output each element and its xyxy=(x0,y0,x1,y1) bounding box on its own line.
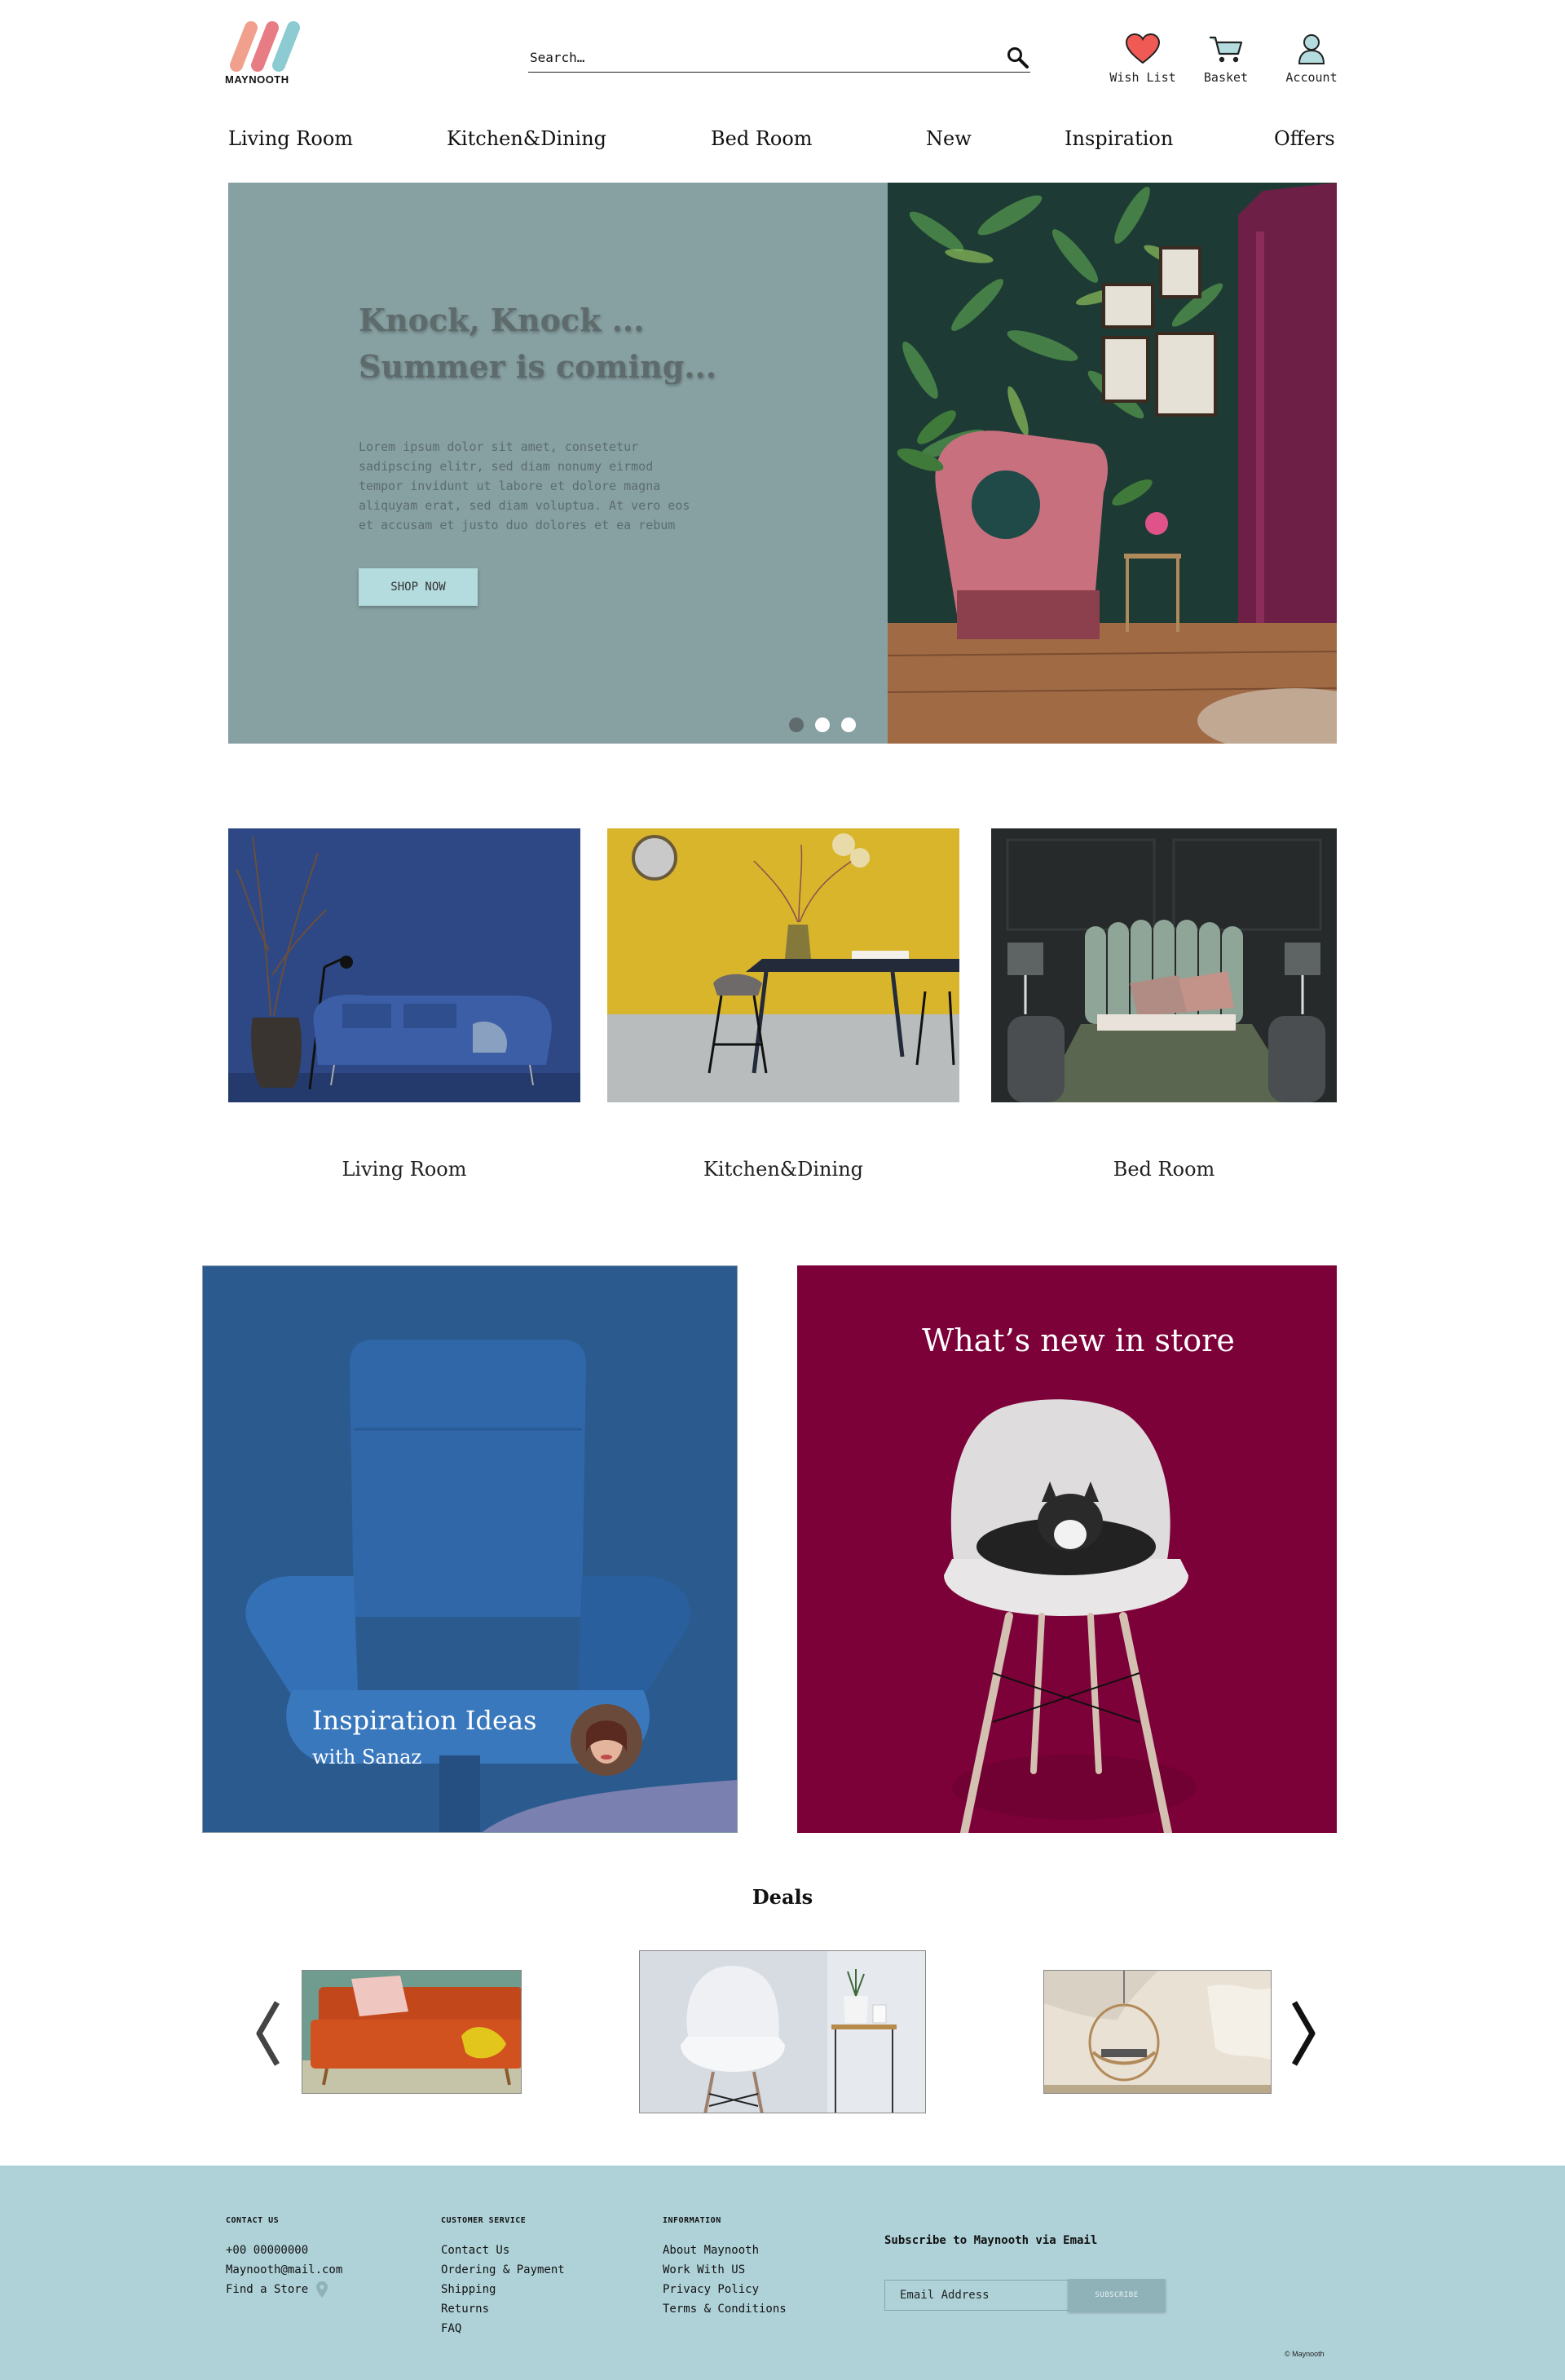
deal-item-sofa[interactable] xyxy=(302,1970,522,2094)
blue-chair-image xyxy=(203,1266,737,1832)
deal-item-chair[interactable] xyxy=(639,1950,926,2113)
category-label-kitchen-dining[interactable]: Kitchen&Dining xyxy=(607,1158,959,1181)
footer-link-about[interactable]: About Maynooth xyxy=(663,2241,787,2260)
category-label-bed-room[interactable]: Bed Room xyxy=(991,1158,1337,1181)
hero-title-line1: Knock, Knock ... xyxy=(359,302,645,338)
account-button[interactable]: Account xyxy=(1276,33,1347,85)
nav-kitchen-dining[interactable]: Kitchen&Dining xyxy=(447,127,606,150)
nav-offers[interactable]: Offers xyxy=(1274,127,1335,150)
nav-living-room[interactable]: Living Room xyxy=(228,127,353,150)
white-chair-image xyxy=(640,1951,925,2113)
subscribe-title: Subscribe to Maynooth via Email xyxy=(884,2234,1098,2247)
category-label-living-room[interactable]: Living Room xyxy=(228,1158,580,1181)
footer-info-heading: INFORMATION xyxy=(663,2216,721,2225)
basket-button[interactable]: Basket xyxy=(1193,33,1259,85)
shop-now-button[interactable]: SHOP NOW xyxy=(359,568,478,606)
wishlist-button[interactable]: Wish List xyxy=(1105,33,1180,85)
orange-sofa-image xyxy=(302,1971,521,2093)
footer-link-ordering-payment[interactable]: Ordering & Payment xyxy=(441,2260,565,2280)
hero-title-line2: Summer is coming... xyxy=(359,348,716,385)
hero-title: Knock, Knock ... Summer is coming... xyxy=(359,297,716,390)
copyright: © Maynooth xyxy=(1285,2350,1325,2358)
hero-description-line: Lorem ipsum dolor sit amet, consetetur xyxy=(359,439,639,454)
cart-icon xyxy=(1210,36,1243,63)
category-image-kitchen-dining[interactable] xyxy=(607,828,959,1102)
footer-service-list: Contact Us Ordering & Payment Shipping R… xyxy=(441,2241,565,2338)
category-image-living-room[interactable] xyxy=(228,828,580,1102)
hero-banner: Knock, Knock ... Summer is coming... Lor… xyxy=(228,183,1337,744)
slider-dot-2[interactable] xyxy=(815,718,830,732)
sanaz-avatar xyxy=(571,1704,642,1776)
footer-find-store[interactable]: Find a Store xyxy=(226,2280,342,2299)
hero-description-line: et accusam et justo duo dolores et ea re… xyxy=(359,518,676,532)
footer-link-faq[interactable]: FAQ xyxy=(441,2319,565,2338)
kitchen-dining-image xyxy=(607,828,959,1102)
slider-dot-3[interactable] xyxy=(841,718,856,732)
deals-heading: Deals xyxy=(752,1885,813,1909)
user-icon xyxy=(1298,34,1325,64)
hero-image-jungle-room xyxy=(888,183,1337,744)
chevron-right-icon[interactable] xyxy=(1289,1999,1319,2068)
footer-link-contact-us[interactable]: Contact Us xyxy=(441,2241,565,2260)
brand-name: MAYNOOTH xyxy=(225,73,289,86)
basket-label: Basket xyxy=(1203,70,1249,85)
chevron-left-icon[interactable] xyxy=(253,1999,282,2068)
footer-contact-heading: CONTACT US xyxy=(226,2216,280,2225)
footer-contact-list: +00 00000000 Maynooth@mail.com Find a St… xyxy=(226,2241,342,2299)
promo-whats-new[interactable]: What’s new in store xyxy=(797,1265,1337,1833)
footer-info-list: About Maynooth Work With US Privacy Poli… xyxy=(663,2241,787,2319)
footer-email[interactable]: Maynooth@mail.com xyxy=(226,2260,342,2280)
logo-mark-icon xyxy=(230,21,300,72)
wishlist-label: Wish List xyxy=(1109,70,1176,85)
account-label: Account xyxy=(1285,70,1338,85)
footer-link-work-with-us[interactable]: Work With US xyxy=(663,2260,787,2280)
whats-new-title: What’s new in store xyxy=(922,1322,1235,1358)
site-footer: CONTACT US +00 00000000 Maynooth@mail.co… xyxy=(0,2166,1565,2380)
nav-bed-room[interactable]: Bed Room xyxy=(711,127,813,150)
slider-dot-1[interactable] xyxy=(789,718,804,732)
footer-link-returns[interactable]: Returns xyxy=(441,2299,565,2319)
heart-icon xyxy=(1125,33,1161,64)
footer-service-heading: CUSTOMER SERVICE xyxy=(441,2216,527,2225)
hero-description-line: tempor invidunt ut labore et dolore magn… xyxy=(359,479,661,493)
nav-new[interactable]: New xyxy=(926,127,972,150)
footer-link-terms[interactable]: Terms & Conditions xyxy=(663,2299,787,2319)
inspiration-title: Inspiration Ideas xyxy=(312,1705,537,1736)
find-store-label: Find a Store xyxy=(226,2283,309,2296)
category-image-bed-room[interactable] xyxy=(991,828,1337,1102)
nav-inspiration[interactable]: Inspiration xyxy=(1065,127,1173,150)
living-room-image xyxy=(228,828,580,1102)
inspiration-subtitle: with Sanaz xyxy=(312,1746,422,1768)
email-address-input[interactable] xyxy=(884,2280,1070,2311)
hero-description-line: aliquyam erat, sed diam voluptua. At ver… xyxy=(359,498,690,513)
subscribe-button[interactable]: SUBSCRIBE xyxy=(1068,2279,1166,2312)
hanging-chair-image xyxy=(1044,1971,1271,2093)
search-bar xyxy=(528,42,1030,73)
footer-link-privacy[interactable]: Privacy Policy xyxy=(663,2280,787,2299)
footer-phone[interactable]: +00 00000000 xyxy=(226,2241,342,2260)
search-input[interactable] xyxy=(530,46,986,68)
deal-item-hanging-chair[interactable] xyxy=(1043,1970,1272,2094)
hero-description-line: sadipscing elitr, sed diam nonumy eirmod xyxy=(359,459,654,474)
hero-description: Lorem ipsum dolor sit amet, consetetur s… xyxy=(359,437,734,535)
bed-room-image xyxy=(991,828,1337,1102)
footer-link-shipping[interactable]: Shipping xyxy=(441,2280,565,2299)
search-icon[interactable] xyxy=(1006,46,1030,70)
promo-inspiration-ideas[interactable]: Inspiration Ideas with Sanaz xyxy=(202,1265,738,1833)
map-pin-icon xyxy=(315,2281,328,2298)
